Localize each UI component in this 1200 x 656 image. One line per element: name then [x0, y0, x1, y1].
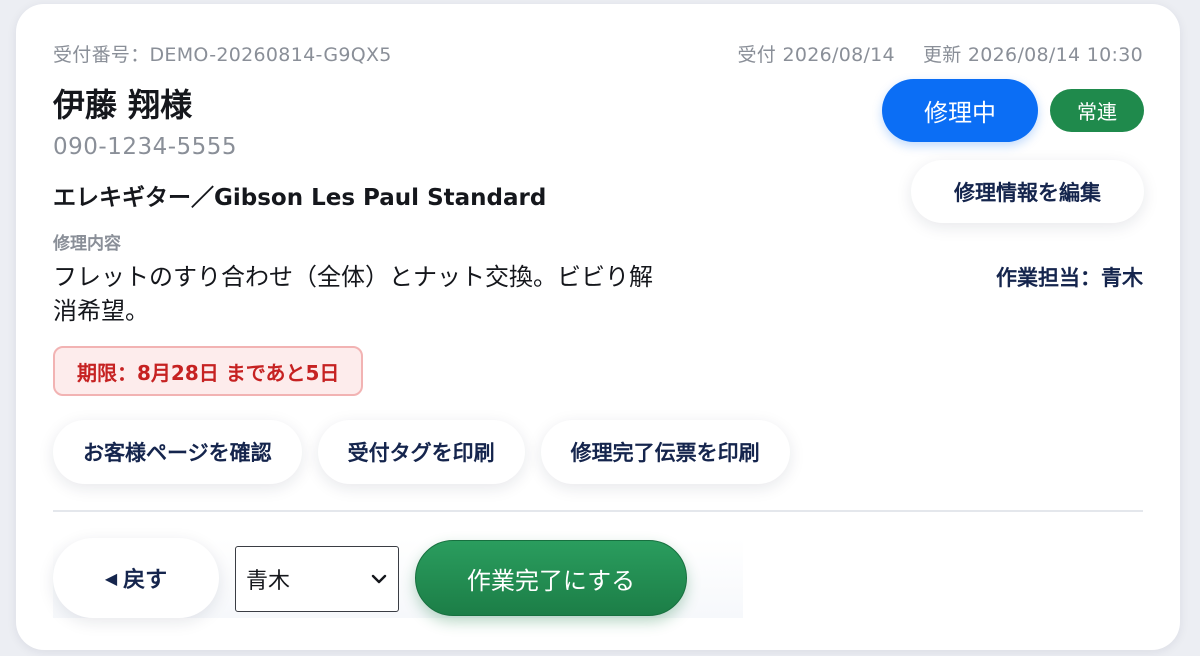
receipt-number: 受付番号：DEMO-20260814-G9QX5	[53, 44, 392, 66]
assignee-select[interactable]: 青木	[235, 546, 399, 612]
print-slip-button[interactable]: 修理完了伝票を印刷	[540, 420, 790, 484]
complete-work-button[interactable]: 作業完了にする	[415, 540, 687, 616]
assigned-worker: 作業担当：青木	[996, 266, 1143, 290]
deadline-badge: 期限：8月28日 まであと5日	[53, 346, 364, 396]
timestamps: 受付 2026/08/14 更新 2026/08/14 10:30	[738, 40, 1144, 67]
chevron-down-icon	[371, 574, 387, 584]
divider	[53, 510, 1143, 512]
customer-name: 伊藤 翔様	[53, 86, 193, 124]
updated-date: 更新 2026/08/14 10:30	[922, 44, 1143, 66]
repair-detail-card: 受付番号：DEMO-20260814-G9QX5 受付 2026/08/14 更…	[16, 4, 1180, 650]
assignee-selected-value: 青木	[246, 569, 291, 594]
footer-actions: ◀ 戻す 青木 作業完了にする	[53, 538, 743, 618]
action-buttons: お客様ページを確認 受付タグを印刷 修理完了伝票を印刷	[53, 420, 790, 484]
print-tag-button[interactable]: 受付タグを印刷	[317, 420, 525, 484]
left-triangle-icon: ◀	[104, 568, 118, 588]
status-badge: 修理中	[882, 79, 1038, 142]
customer-page-button[interactable]: お客様ページを確認	[53, 420, 302, 484]
regular-customer-badge: 常連	[1050, 89, 1144, 132]
instrument-model: エレキギター／Gibson Les Paul Standard	[53, 185, 547, 211]
edit-repair-button[interactable]: 修理情報を編集	[911, 160, 1144, 223]
received-date: 受付 2026/08/14	[737, 44, 895, 66]
back-label: 戻す	[123, 568, 168, 593]
back-button[interactable]: ◀ 戻す	[53, 538, 219, 618]
customer-phone: 090-1234-5555	[53, 134, 238, 160]
repair-description: フレットのすり合わせ（全体）とナット交換。ビビり解消希望。	[53, 263, 653, 325]
repair-section-label: 修理内容	[53, 234, 121, 254]
